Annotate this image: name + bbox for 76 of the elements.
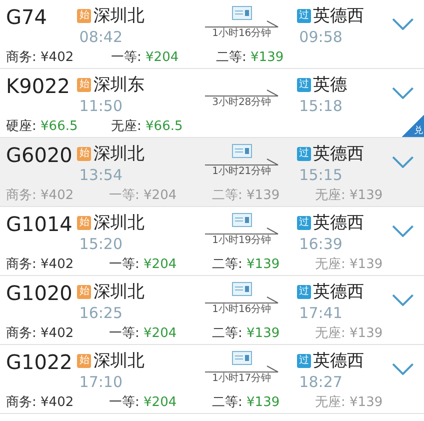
departure-time: 17:10 (79, 373, 124, 391)
seat-price: 一等: ¥204 (109, 187, 178, 204)
seat-price: 无座: ¥139 (315, 394, 384, 411)
arrival-station: 英德西 (313, 5, 364, 28)
start-badge: 始 (77, 9, 92, 23)
seat-price: 无座: ¥139 (315, 187, 384, 204)
arrival-station: 英德 (313, 74, 348, 97)
departure-station: 深圳北 (93, 281, 144, 304)
departure-time: 13:54 (79, 166, 124, 184)
departure-time: 11:50 (79, 97, 124, 115)
seat-price: 硬座: ¥66.5 (6, 118, 79, 135)
departure-station: 深圳北 (93, 143, 144, 166)
duration: 3小时28分钟 (212, 97, 272, 109)
start-badge: 始 (77, 285, 92, 299)
departure-time: 16:25 (79, 304, 124, 322)
departure-station: 深圳北 (93, 5, 144, 28)
seat-price: 二等: ¥139 (212, 187, 281, 204)
pass-badge: 过 (297, 285, 312, 299)
duration: 1小时17分钟 (212, 373, 272, 385)
seat-price: 二等: ¥139 (212, 325, 281, 342)
pass-badge: 过 (297, 216, 312, 230)
arrival-time: 15:18 (299, 97, 344, 115)
pass-badge: 过 (297, 78, 312, 92)
chevron-down-icon[interactable] (392, 87, 414, 99)
seat-price: 一等: ¥204 (111, 49, 180, 66)
pass-badge: 过 (297, 354, 312, 368)
train-number: G6020 (6, 142, 74, 168)
chevron-down-icon[interactable] (392, 363, 414, 375)
arrival-time: 17:41 (299, 304, 344, 322)
chevron-down-icon[interactable] (392, 225, 414, 237)
seat-price: 二等: ¥139 (212, 256, 281, 273)
seat-price: 一等: ¥204 (109, 325, 178, 342)
corner-badge: 兑 (402, 115, 424, 137)
seat-price: 商务: ¥402 (6, 256, 75, 273)
arrival-station: 英德西 (313, 212, 364, 235)
train-number: G1022 (6, 349, 74, 375)
arrival-time: 09:58 (299, 28, 344, 46)
arrival-station: 英德西 (313, 143, 364, 166)
start-badge: 始 (77, 147, 92, 161)
arrival-time: 18:27 (299, 373, 344, 391)
departure-station: 深圳东 (93, 74, 144, 97)
seat-price: 商务: ¥402 (6, 325, 75, 342)
departure-time: 15:20 (79, 235, 124, 253)
seat-price: 商务: ¥402 (6, 187, 75, 204)
train-number: G1014 (6, 211, 74, 237)
train-number: K9022 (6, 73, 72, 99)
duration: 1小时21分钟 (212, 166, 272, 178)
chevron-down-icon[interactable] (392, 18, 414, 30)
train-number: G74 (6, 4, 48, 30)
seat-price: 商务: ¥402 (6, 394, 75, 411)
seat-price: 商务: ¥402 (6, 49, 75, 66)
departure-time: 08:42 (79, 28, 124, 46)
seat-price: 一等: ¥204 (109, 394, 178, 411)
start-badge: 始 (77, 216, 92, 230)
chevron-down-icon[interactable] (392, 156, 414, 168)
start-badge: 始 (77, 78, 92, 92)
seat-price: 一等: ¥204 (109, 256, 178, 273)
pass-badge: 过 (297, 147, 312, 161)
departure-station: 深圳北 (93, 350, 144, 373)
seat-price: 二等: ¥139 (212, 394, 281, 411)
start-badge: 始 (77, 354, 92, 368)
seat-price: 二等: ¥139 (216, 49, 285, 66)
duration: 1小时19分钟 (212, 235, 272, 247)
duration: 1小时16分钟 (212, 28, 272, 40)
seat-price: 无座: ¥139 (315, 256, 384, 273)
seat-price: 无座: ¥139 (315, 325, 384, 342)
arrival-station: 英德西 (313, 350, 364, 373)
seat-price: 无座: ¥66.5 (111, 118, 184, 135)
pass-badge: 过 (297, 9, 312, 23)
arrival-time: 16:39 (299, 235, 344, 253)
departure-station: 深圳北 (93, 212, 144, 235)
chevron-down-icon[interactable] (392, 294, 414, 306)
arrival-station: 英德西 (313, 281, 364, 304)
arrival-time: 15:15 (299, 166, 344, 184)
train-number: G1020 (6, 280, 74, 306)
duration: 1小时16分钟 (212, 304, 272, 316)
